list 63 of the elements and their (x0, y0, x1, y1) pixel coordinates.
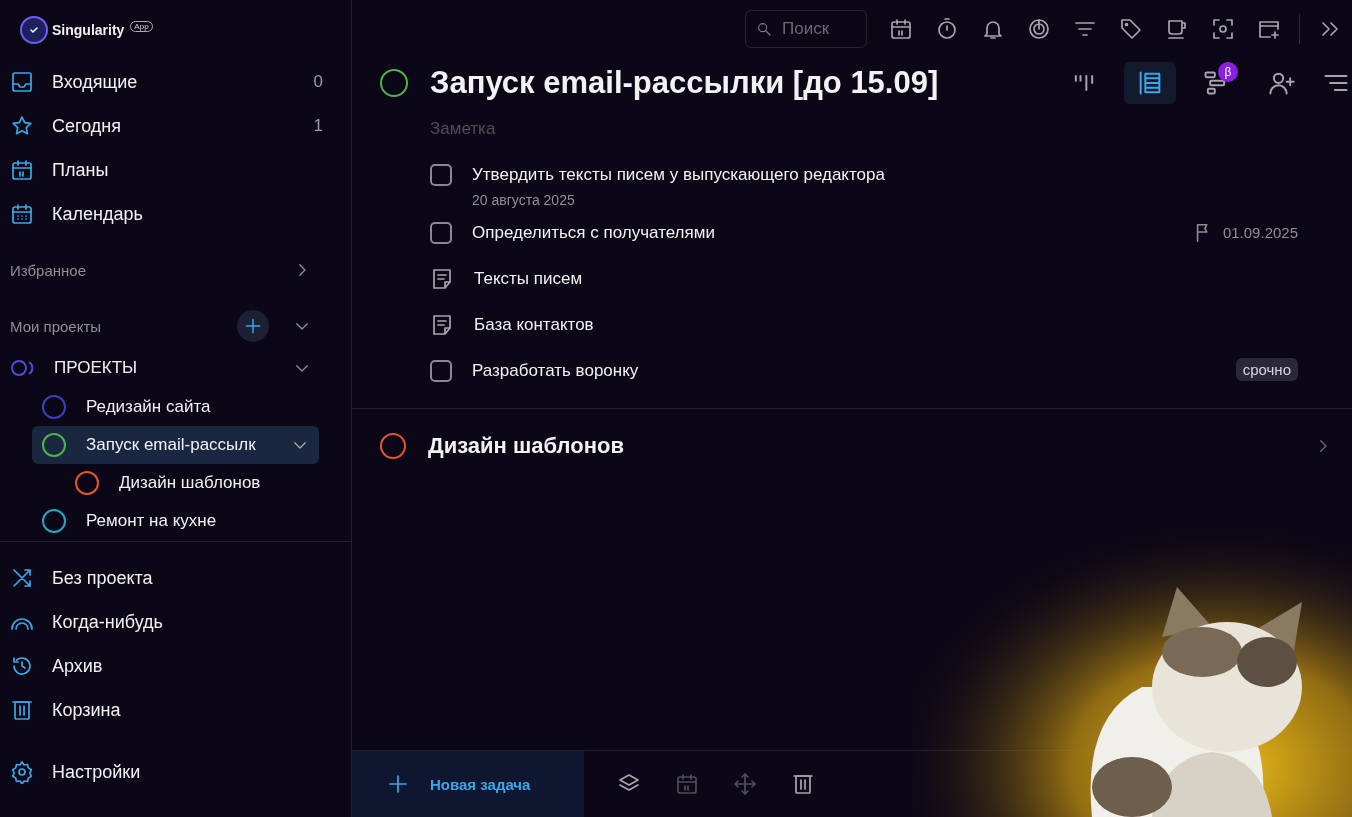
nav-item[interactable]: Архив (0, 644, 121, 688)
project-title: Запуск email-рассылки [до 15.09] (430, 65, 940, 101)
item-count: 0 (313, 72, 324, 92)
beta-badge: β (1218, 62, 1238, 82)
no-project-icon (10, 566, 34, 590)
task-title: Определиться с получателями (472, 222, 716, 244)
plans-icon (10, 158, 34, 182)
search-icon (756, 21, 772, 37)
task-title: Разработать воронку (472, 360, 640, 382)
search-input[interactable]: Поиск (780, 18, 856, 40)
settings-icon (10, 760, 34, 784)
inbox-icon (10, 70, 34, 94)
deadline-date: 01.09.2025 (1222, 223, 1298, 243)
section-label: Избранное (10, 261, 88, 279)
calendar-icon (675, 772, 699, 796)
timer-icon (935, 17, 959, 41)
note-field[interactable]: Заметка (430, 119, 730, 139)
plus-icon (386, 772, 410, 796)
section-label: Мои проекты (10, 317, 103, 335)
nav-item[interactable]: Когда-нибудь (0, 600, 181, 644)
move-icon (733, 772, 757, 796)
gantt-view-button[interactable]: β (1190, 62, 1242, 104)
calendar-icon (10, 202, 34, 226)
nav-item[interactable]: Без проекта (0, 556, 171, 600)
nav-item[interactable]: Входящие 0 (0, 60, 351, 104)
nav-item[interactable]: Корзина (0, 688, 139, 732)
search-field[interactable]: Поиск (745, 10, 867, 48)
task-tag: срочно (1235, 358, 1298, 381)
scan-icon (1211, 17, 1235, 41)
plus-icon (243, 316, 263, 336)
nav-item[interactable]: Планы (0, 148, 351, 192)
archive-icon (10, 654, 34, 678)
trash-icon (791, 772, 815, 796)
project-item[interactable]: Запуск email-рассылк (32, 426, 319, 464)
group-label: ПРОЕКТЫ (54, 358, 139, 378)
nav-item[interactable]: Календарь (0, 192, 351, 236)
trash-icon (10, 698, 34, 722)
task-checkbox[interactable] (430, 164, 452, 186)
nav-item[interactable]: Сегодня 1 (0, 104, 351, 148)
task-title: База контактов (474, 314, 595, 336)
today-icon (10, 114, 34, 138)
note-icon (430, 313, 454, 337)
task-title: Утвердить тексты писем у выпускающего редактора (472, 164, 886, 186)
new-task-button[interactable]: Новая задача (352, 751, 584, 817)
calendar-icon (889, 17, 913, 41)
check-logo-icon (22, 18, 46, 42)
subproject-title: Дизайн шаблонов (428, 433, 625, 459)
list-view-button[interactable] (1124, 62, 1176, 104)
focus-icon (1027, 17, 1051, 41)
cup-icon (1165, 17, 1189, 41)
note-icon (430, 267, 454, 291)
item-count: 1 (313, 116, 324, 136)
task-date: 20 августа 2025 (472, 192, 576, 208)
task-checkbox[interactable] (430, 222, 452, 244)
task-checkbox[interactable] (430, 360, 452, 382)
app-name: Singularity (52, 22, 125, 38)
add-project-button[interactable] (237, 310, 269, 342)
settings-item[interactable]: Настройки (0, 750, 351, 794)
task-title: Тексты писем (474, 268, 584, 290)
tag-icon (1119, 17, 1143, 41)
project-item[interactable]: Дизайн шаблонов (32, 464, 319, 502)
project-item[interactable]: Ремонт на кухне (32, 502, 319, 540)
project-item[interactable]: Редизайн сайта (32, 388, 319, 426)
